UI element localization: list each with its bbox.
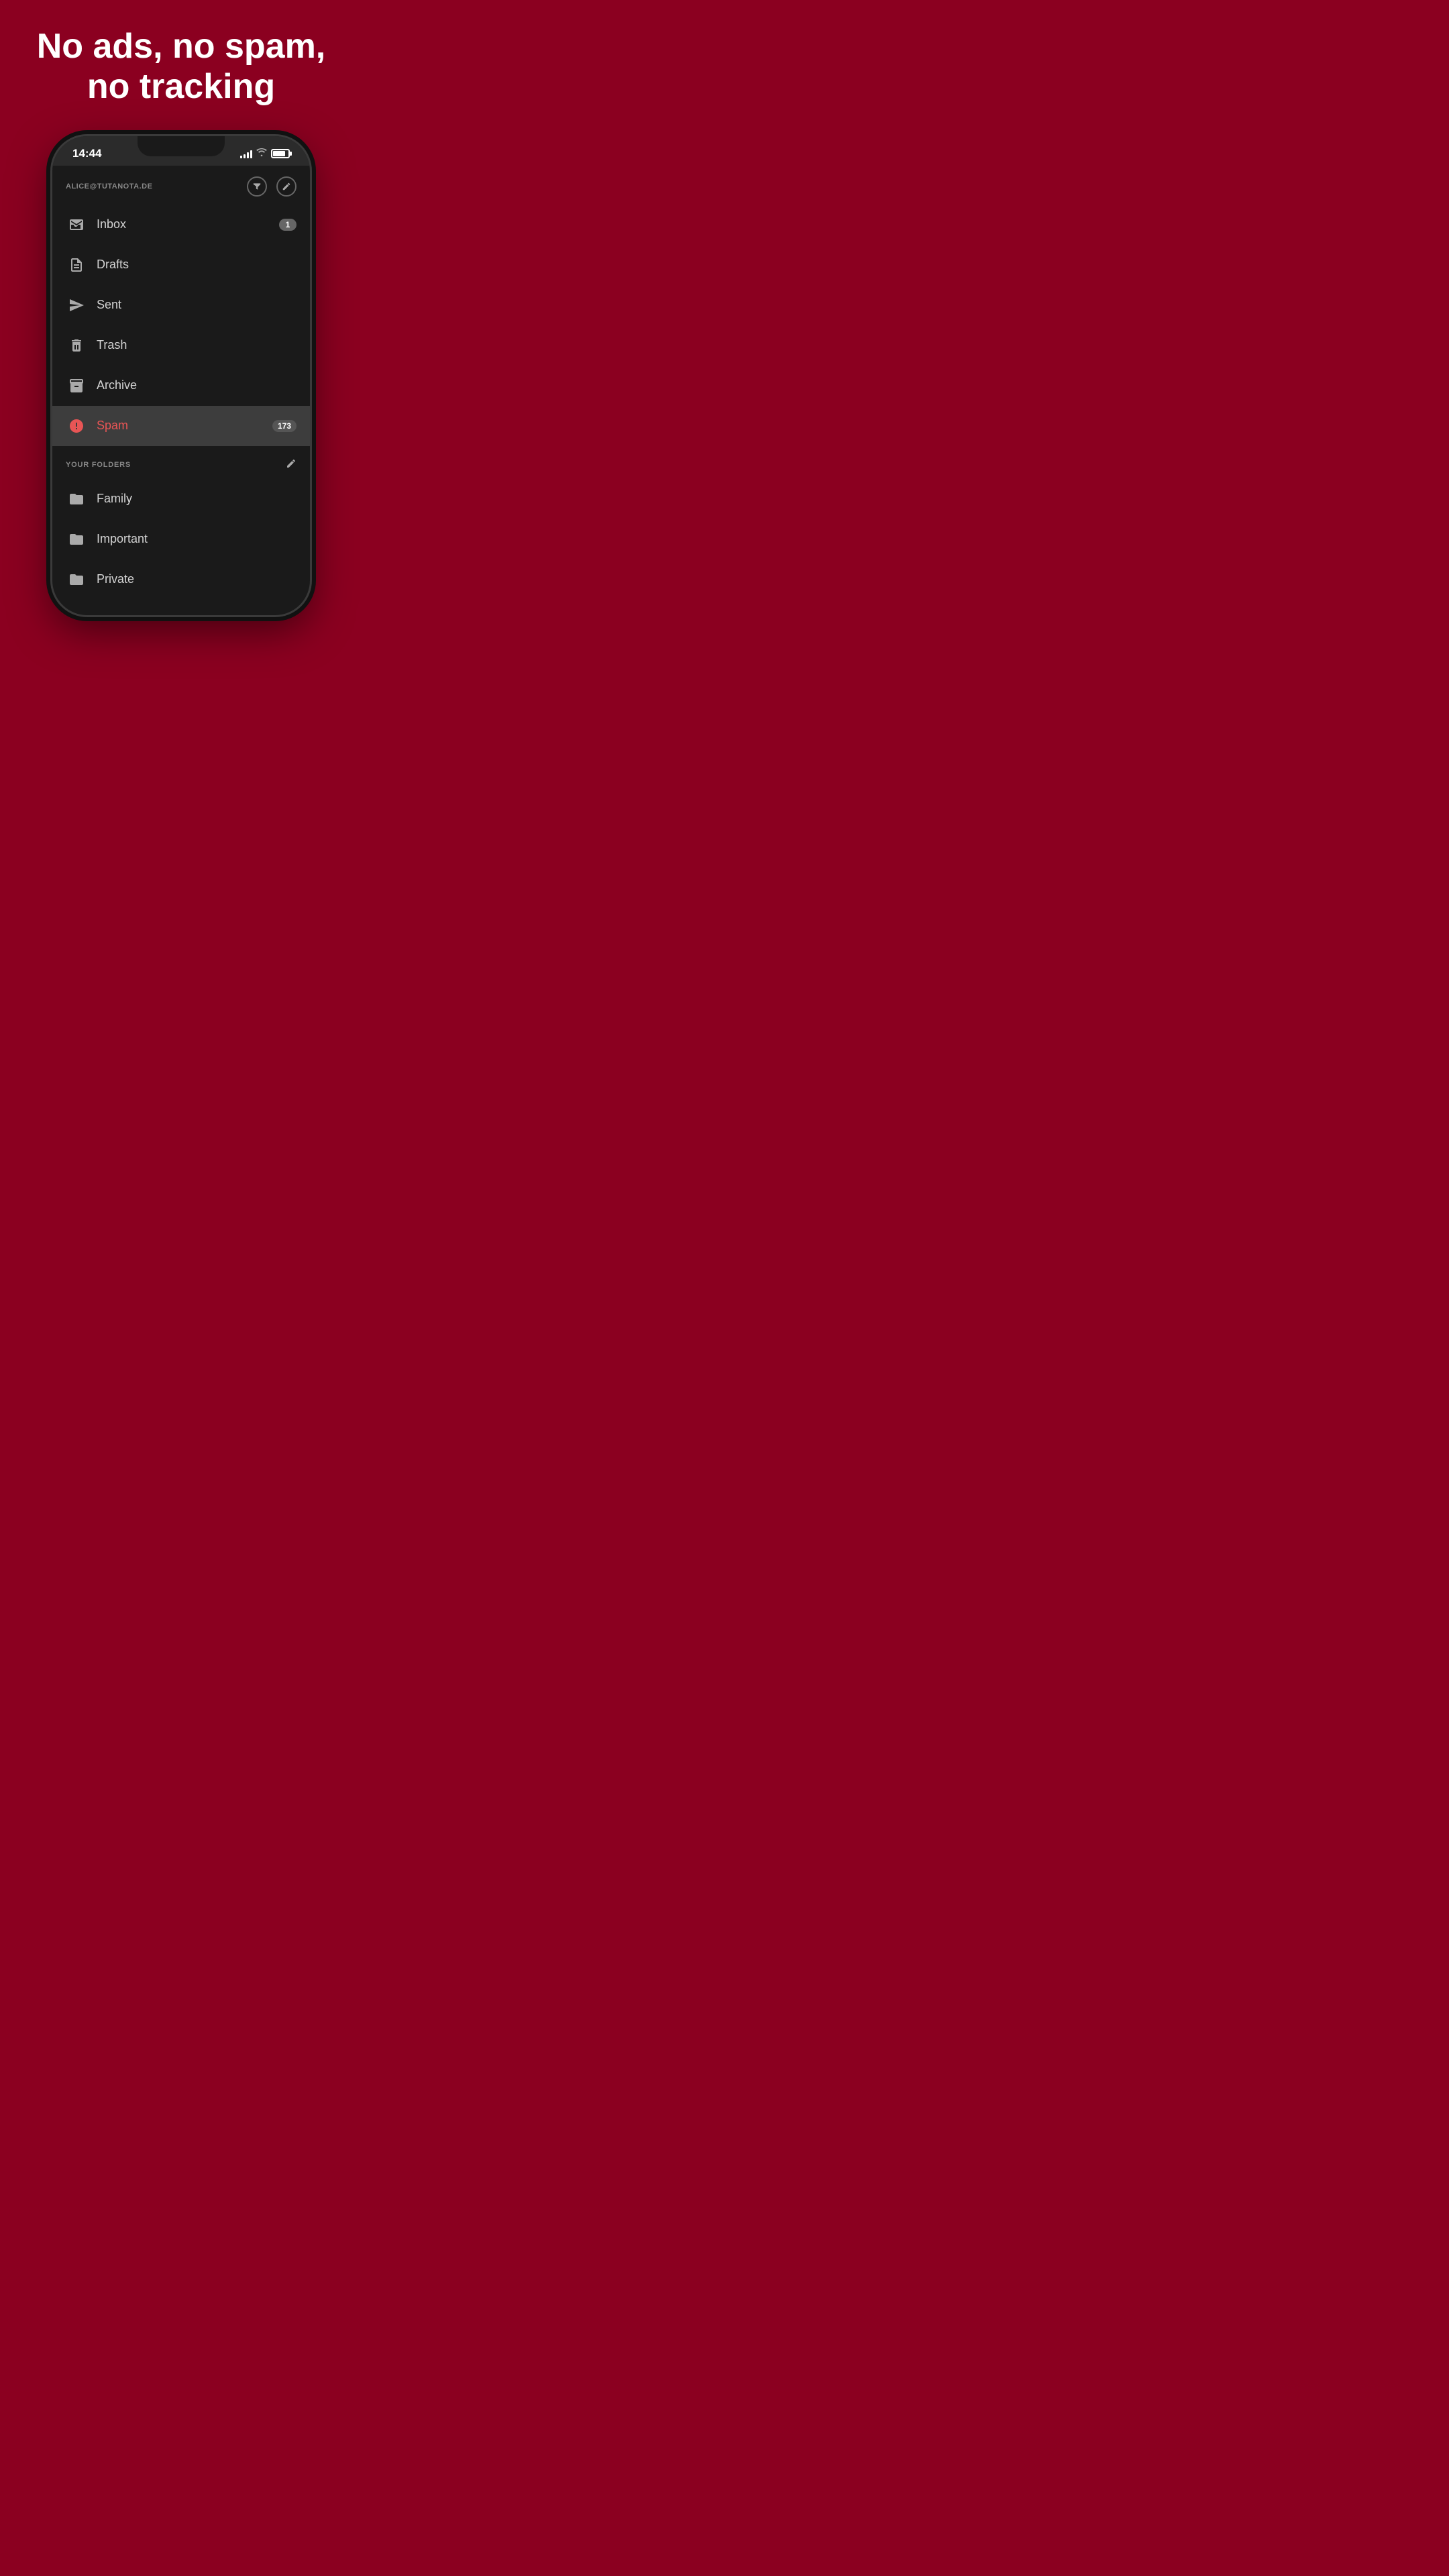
inbox-icon [66, 214, 87, 235]
folders-section-header: YOUR FOLDERS [52, 446, 310, 479]
header-icons [247, 176, 297, 197]
sidebar-item-archive[interactable]: Archive [52, 366, 310, 406]
headline-line2: no tracking [87, 67, 275, 106]
private-folder-icon [66, 569, 87, 590]
spam-label: Spam [97, 419, 272, 433]
phone-mockup: 14:44 [50, 134, 312, 617]
spam-badge: 173 [272, 420, 297, 432]
headline-line1: No ads, no spam, [37, 27, 326, 66]
sidebar-item-private[interactable]: Private [52, 559, 310, 600]
sidebar-item-drafts[interactable]: Drafts [52, 245, 310, 285]
spam-icon [66, 415, 87, 437]
sent-label: Sent [97, 298, 297, 312]
private-label: Private [97, 572, 297, 586]
inbox-badge: 1 [279, 219, 297, 231]
archive-icon [66, 375, 87, 396]
sidebar-item-trash[interactable]: Trash [52, 325, 310, 366]
sidebar-item-inbox[interactable]: Inbox 1 [52, 205, 310, 245]
trash-icon [66, 335, 87, 356]
account-email: ALICE@TUTANOTA.DE [66, 182, 152, 191]
status-time: 14:44 [72, 147, 101, 160]
folders-edit-button[interactable] [286, 458, 297, 472]
sidebar-item-important[interactable]: Important [52, 519, 310, 559]
sidebar-item-sent[interactable]: Sent [52, 285, 310, 325]
account-header: ALICE@TUTANOTA.DE [52, 166, 310, 205]
filter-button[interactable] [247, 176, 267, 197]
headline-text: No ads, no spam, no tracking [20, 27, 342, 107]
sidebar-item-family[interactable]: Family [52, 479, 310, 519]
signal-icon [240, 149, 252, 158]
status-icons [240, 148, 290, 158]
family-folder-icon [66, 488, 87, 510]
drafts-label: Drafts [97, 258, 297, 272]
trash-label: Trash [97, 338, 297, 352]
drafts-icon [66, 254, 87, 276]
wifi-icon [256, 148, 267, 158]
battery-icon [271, 149, 290, 158]
inbox-label: Inbox [97, 217, 279, 231]
important-folder-icon [66, 529, 87, 550]
phone-notch [138, 136, 225, 156]
phone-frame: 14:44 [50, 134, 312, 617]
archive-label: Archive [97, 378, 297, 392]
folders-title: YOUR FOLDERS [66, 461, 131, 469]
headline-section: No ads, no spam, no tracking [0, 0, 362, 127]
family-label: Family [97, 492, 297, 506]
sidebar-item-spam[interactable]: Spam 173 [52, 406, 310, 446]
compose-button[interactable] [276, 176, 297, 197]
screen-content[interactable]: ALICE@TUTANOTA.DE [52, 166, 310, 608]
sent-icon [66, 294, 87, 316]
important-label: Important [97, 532, 297, 546]
add-folder-item[interactable]: + Add folder [52, 600, 310, 608]
